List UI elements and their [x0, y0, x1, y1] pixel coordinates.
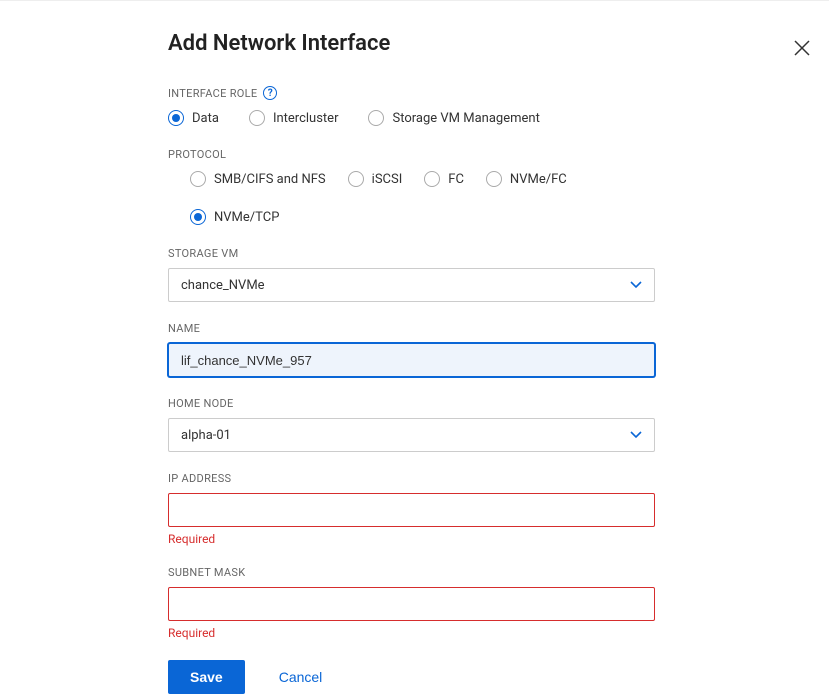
protocol-radio-iscsi[interactable]: iSCSI [348, 171, 403, 187]
radio-icon [190, 171, 206, 187]
protocol-section-label: PROTOCOL [168, 148, 655, 161]
role-svm-label: Storage VM Management [392, 111, 539, 126]
role-section-label: INTERFACE ROLE ? [168, 86, 655, 100]
save-button[interactable]: Save [168, 660, 245, 694]
subnet-error: Required [168, 626, 655, 640]
subnet-input-wrapper [168, 587, 655, 621]
storage-vm-label: STORAGE VM [168, 247, 655, 260]
radio-icon [249, 110, 265, 126]
close-icon[interactable] [793, 39, 811, 57]
role-radio-group: Data Intercluster Storage VM Management [168, 110, 655, 126]
home-node-value: alpha-01 [181, 428, 231, 443]
protocol-fc-label: FC [448, 172, 464, 187]
protocol-smb-label: SMB/CIFS and NFS [214, 172, 326, 187]
chevron-down-icon [630, 428, 642, 443]
ip-input[interactable] [181, 494, 642, 526]
role-radio-data[interactable]: Data [168, 110, 219, 126]
action-row: Save Cancel [168, 660, 655, 694]
chevron-down-icon [630, 278, 642, 293]
role-data-label: Data [192, 111, 219, 126]
role-radio-svm-mgmt[interactable]: Storage VM Management [368, 110, 539, 126]
radio-icon [368, 110, 384, 126]
name-input-wrapper [168, 343, 655, 377]
protocol-radio-nvme-tcp[interactable]: NVMe/TCP [190, 209, 279, 225]
subnet-label: SUBNET MASK [168, 566, 655, 579]
name-label: NAME [168, 322, 655, 335]
radio-icon [486, 171, 502, 187]
protocol-label-text: PROTOCOL [168, 148, 226, 161]
radio-icon [190, 209, 206, 225]
protocol-iscsi-label: iSCSI [372, 172, 403, 187]
ip-label: IP ADDRESS [168, 472, 655, 485]
protocol-nvmetcp-label: NVMe/TCP [214, 210, 279, 225]
name-input[interactable] [181, 344, 642, 376]
radio-icon [424, 171, 440, 187]
protocol-radio-smb-nfs[interactable]: SMB/CIFS and NFS [190, 171, 326, 187]
radio-icon [348, 171, 364, 187]
help-icon[interactable]: ? [263, 86, 277, 100]
protocol-radio-fc[interactable]: FC [424, 171, 464, 187]
protocol-radio-nvme-fc[interactable]: NVMe/FC [486, 171, 567, 187]
ip-error: Required [168, 532, 655, 546]
dialog-body: Add Network Interface INTERFACE ROLE ? D… [0, 1, 655, 694]
radio-icon [168, 110, 184, 126]
role-radio-intercluster[interactable]: Intercluster [249, 110, 339, 126]
subnet-input[interactable] [181, 588, 642, 620]
home-node-select[interactable]: alpha-01 [168, 418, 655, 452]
dialog-title: Add Network Interface [168, 31, 655, 56]
storage-vm-select[interactable]: chance_NVMe [168, 268, 655, 302]
protocol-nvmefc-label: NVMe/FC [510, 172, 567, 187]
cancel-button[interactable]: Cancel [279, 669, 323, 685]
storage-vm-value: chance_NVMe [181, 278, 265, 293]
role-label-text: INTERFACE ROLE [168, 87, 257, 100]
role-intercluster-label: Intercluster [273, 111, 339, 126]
ip-input-wrapper [168, 493, 655, 527]
protocol-radio-group: SMB/CIFS and NFS iSCSI FC NVMe/FC NVMe/T… [168, 171, 655, 225]
home-node-label: HOME NODE [168, 397, 655, 410]
